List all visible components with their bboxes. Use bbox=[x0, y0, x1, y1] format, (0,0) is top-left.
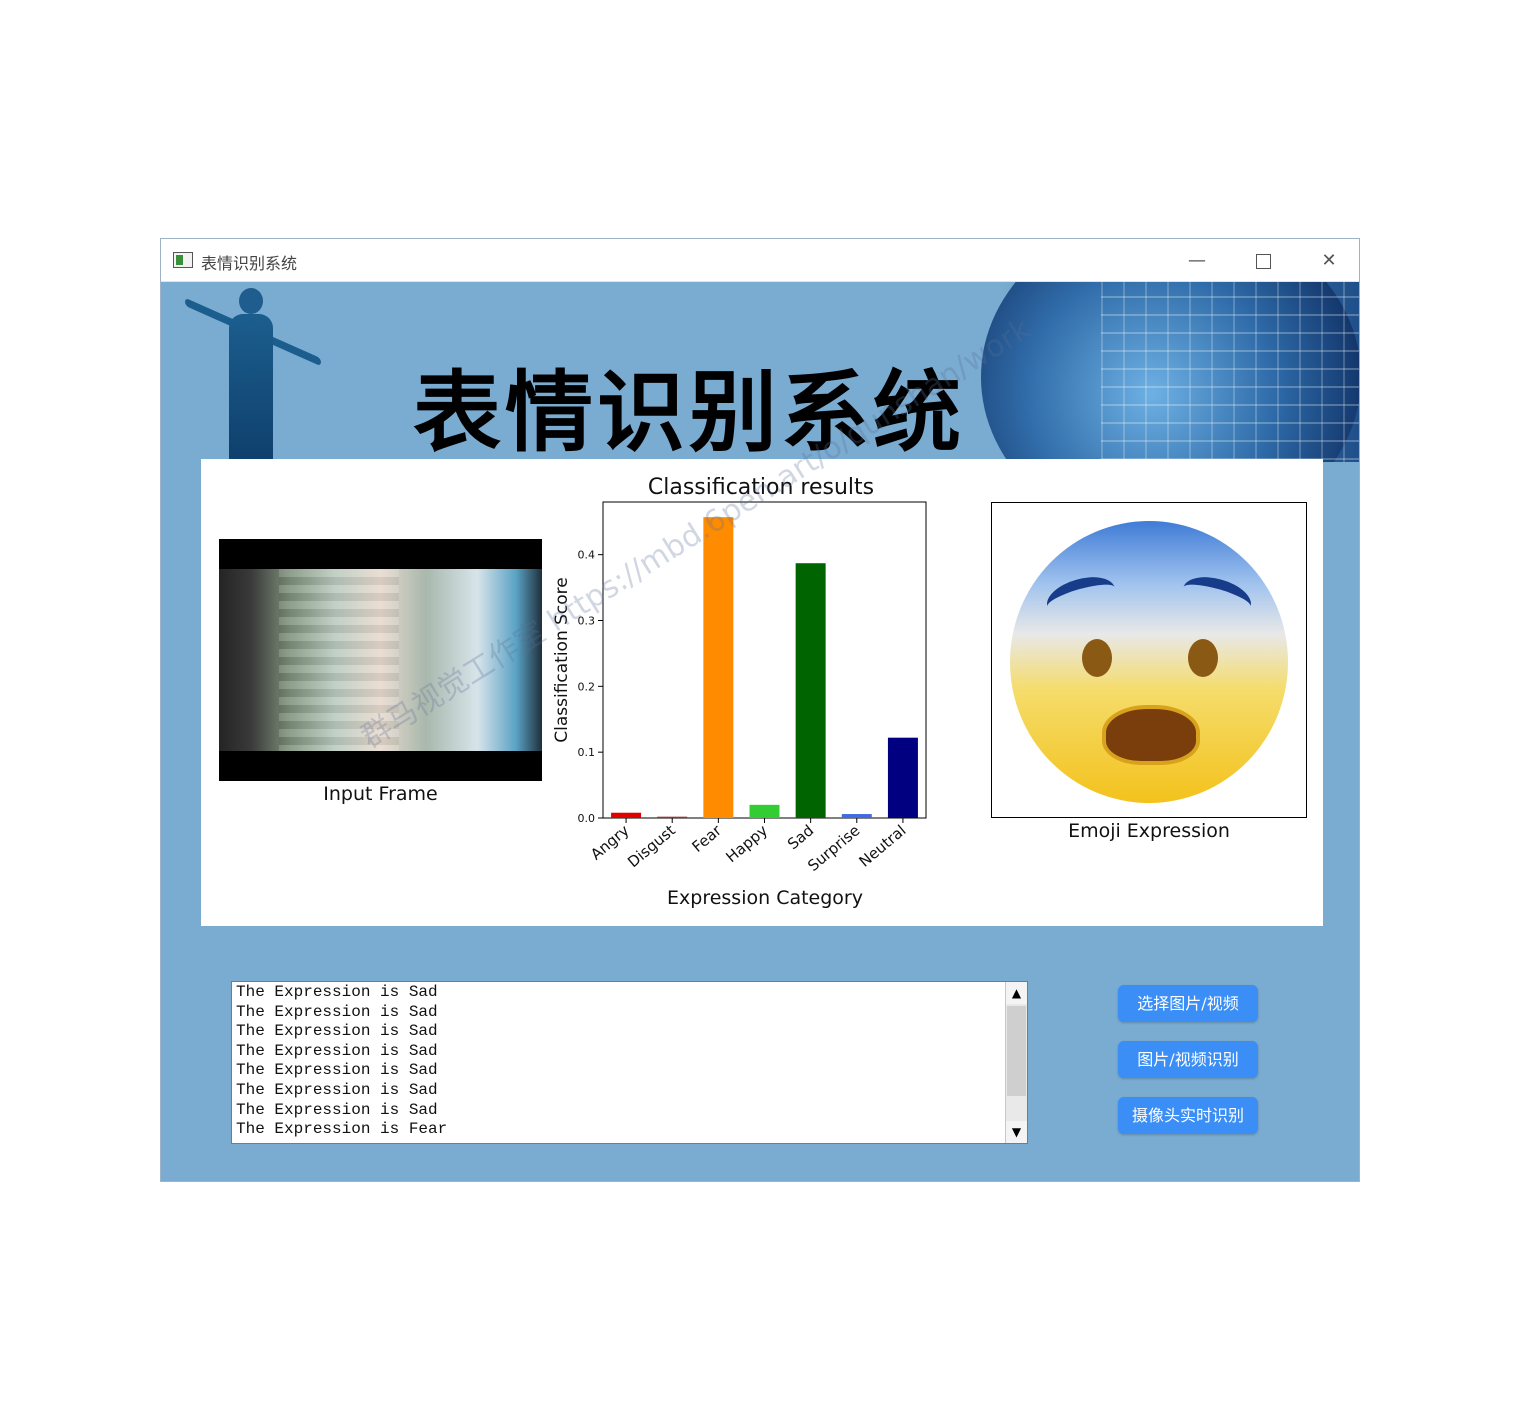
log-line: The Expression is Fear bbox=[236, 1120, 448, 1139]
log-line: The Expression is Sad bbox=[236, 1061, 438, 1080]
emoji-frame bbox=[991, 502, 1307, 818]
result-log[interactable]: The Expression is Sad The Expression is S… bbox=[231, 981, 1028, 1144]
bar-angry bbox=[611, 812, 642, 818]
app-icon bbox=[173, 252, 193, 268]
bar-sad bbox=[795, 563, 826, 818]
x-tick-label: Sad bbox=[784, 821, 817, 853]
x-tick-label: Neutral bbox=[856, 821, 910, 870]
x-tick-label: Happy bbox=[722, 821, 771, 866]
bar-fear bbox=[703, 517, 734, 818]
minimize-button[interactable]: — bbox=[1177, 245, 1217, 277]
y-tick-label: 0.1 bbox=[578, 746, 596, 759]
y-tick-label: 0.2 bbox=[578, 680, 596, 693]
title-bar: 表情识别系统 — ✕ bbox=[161, 239, 1359, 282]
app-window: 表情识别系统 — ✕ 表情识别系统 Input Frame Classifica… bbox=[160, 238, 1360, 1182]
y-axis-label: Classification Score bbox=[552, 577, 572, 743]
x-tick-label: Fear bbox=[689, 821, 726, 856]
maximize-icon bbox=[1255, 253, 1271, 269]
result-panel: Input Frame Classification results 0.0 0.… bbox=[201, 311, 1323, 926]
x-axis-label: Expression Category bbox=[667, 887, 863, 909]
log-lines: The Expression is Sad The Expression is S… bbox=[236, 983, 447, 1140]
log-line: The Expression is Sad bbox=[236, 1100, 438, 1119]
log-line: The Expression is Sad bbox=[236, 1022, 438, 1041]
scroll-thumb[interactable] bbox=[1007, 1006, 1026, 1096]
emoji-right-brow bbox=[1178, 570, 1256, 624]
input-frame-caption: Input Frame bbox=[323, 783, 438, 805]
plot-area bbox=[602, 501, 927, 819]
banner-title: 表情识别系统 bbox=[413, 361, 966, 462]
emoji-mouth bbox=[1102, 705, 1200, 765]
circuit-graphic bbox=[1101, 282, 1359, 462]
y-tick-label: 0.4 bbox=[578, 549, 596, 562]
emoji-right-eye bbox=[1188, 639, 1218, 677]
log-line: The Expression is Sad bbox=[236, 1002, 438, 1021]
scroll-up-icon[interactable]: ▲ bbox=[1006, 982, 1027, 1004]
emoji-left-brow bbox=[1042, 570, 1120, 624]
log-line: The Expression is Sad bbox=[236, 1041, 438, 1060]
x-tick-label: Disgust bbox=[624, 821, 679, 871]
close-button[interactable]: ✕ bbox=[1309, 245, 1349, 277]
classification-chart: Classification results 0.00.10.20.30.4 A… bbox=[552, 475, 927, 909]
y-tick-label: 0.3 bbox=[578, 615, 596, 628]
log-line: The Expression is Sad bbox=[236, 983, 438, 1001]
x-tick-label: Surprise bbox=[804, 821, 863, 875]
emoji-left-eye bbox=[1082, 639, 1112, 677]
bar-surprise bbox=[841, 814, 872, 818]
human-figure-icon bbox=[239, 288, 263, 314]
chart-title: Classification results bbox=[648, 475, 874, 500]
y-tick-label: 0.0 bbox=[578, 812, 596, 825]
log-scrollbar[interactable]: ▲ ▼ bbox=[1005, 982, 1027, 1143]
select-media-button[interactable]: 选择图片/视频 bbox=[1118, 985, 1258, 1022]
recognize-media-button[interactable]: 图片/视频识别 bbox=[1118, 1041, 1258, 1078]
log-line: The Expression is Sad bbox=[236, 1080, 438, 1099]
fearful-face-icon bbox=[1010, 521, 1288, 803]
human-figure-body bbox=[229, 314, 273, 462]
header-banner: 表情识别系统 bbox=[161, 282, 1359, 462]
maximize-button[interactable] bbox=[1243, 245, 1283, 277]
bar-disgust bbox=[657, 816, 688, 818]
camera-recognition-button[interactable]: 摄像头实时识别 bbox=[1118, 1097, 1258, 1134]
emoji-caption: Emoji Expression bbox=[1068, 820, 1230, 842]
bar-neutral bbox=[887, 737, 918, 818]
window-title: 表情识别系统 bbox=[201, 254, 298, 273]
video-frame bbox=[219, 569, 542, 751]
input-frame-image bbox=[219, 539, 542, 781]
bar-happy bbox=[749, 804, 780, 818]
scroll-down-icon[interactable]: ▼ bbox=[1006, 1121, 1027, 1143]
